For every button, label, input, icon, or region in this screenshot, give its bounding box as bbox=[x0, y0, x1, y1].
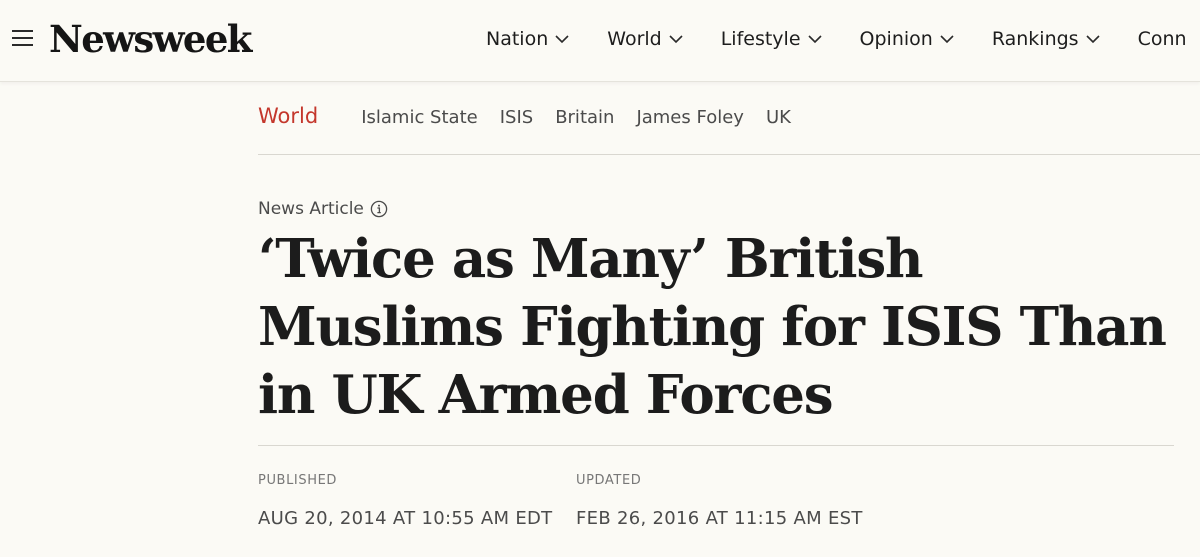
nav-item-label: Nation bbox=[486, 28, 549, 50]
nav-item-label: World bbox=[607, 28, 662, 50]
nav-item-lifestyle[interactable]: Lifestyle bbox=[721, 26, 823, 52]
article-headline: ‘Twice as Many’ British Muslims Fighting… bbox=[258, 228, 1167, 426]
nav-item-nation[interactable]: Nation bbox=[486, 26, 570, 52]
main-nav: Nation World Lifestyle Opinion Rankings bbox=[486, 26, 1200, 52]
published-label: PUBLISHED bbox=[258, 473, 338, 488]
tag-link[interactable]: Britain bbox=[555, 107, 614, 128]
section-link-world[interactable]: World bbox=[258, 104, 318, 128]
nav-item-world[interactable]: World bbox=[607, 26, 683, 52]
nav-item-rankings[interactable]: Rankings bbox=[992, 26, 1101, 52]
tag-link[interactable]: UK bbox=[766, 107, 791, 128]
chevron-down-icon bbox=[807, 31, 823, 47]
info-icon[interactable] bbox=[370, 200, 388, 218]
chevron-down-icon bbox=[1085, 31, 1101, 47]
menu-icon[interactable] bbox=[12, 30, 33, 48]
nav-item-label: Opinion bbox=[859, 28, 933, 50]
article-type: News Article bbox=[258, 199, 388, 219]
chevron-down-icon bbox=[668, 31, 684, 47]
divider bbox=[258, 154, 1200, 155]
updated-date: UPDATED FEB 26, 2016 AT 11:15 AM EST bbox=[576, 472, 863, 529]
published-date: PUBLISHED AUG 20, 2014 AT 10:55 AM EDT bbox=[258, 472, 552, 529]
nav-item-label: Conn bbox=[1137, 28, 1187, 50]
nav-item-connect[interactable]: Conn bbox=[1138, 26, 1187, 52]
tag-link[interactable]: James Foley bbox=[636, 107, 744, 128]
nav-item-label: Rankings bbox=[991, 28, 1079, 50]
site-header: Newsweek Nation World Lifestyle Opinion bbox=[0, 0, 1200, 82]
updated-value: FEB 26, 2016 AT 11:15 AM EST bbox=[576, 508, 863, 529]
tag-link[interactable]: Islamic State bbox=[361, 107, 478, 128]
nav-item-label: Lifestyle bbox=[720, 28, 801, 50]
chevron-down-icon bbox=[554, 31, 570, 47]
article-type-label: News Article bbox=[258, 199, 364, 219]
published-value: AUG 20, 2014 AT 10:55 AM EDT bbox=[258, 508, 553, 529]
topic-tags: World Islamic State ISIS Britain James F… bbox=[258, 104, 813, 128]
updated-label: UPDATED bbox=[576, 473, 642, 488]
tag-link[interactable]: ISIS bbox=[500, 107, 533, 128]
nav-item-opinion[interactable]: Opinion bbox=[860, 26, 955, 52]
site-logo[interactable]: Newsweek bbox=[49, 14, 252, 64]
divider bbox=[258, 445, 1174, 446]
chevron-down-icon bbox=[939, 31, 955, 47]
